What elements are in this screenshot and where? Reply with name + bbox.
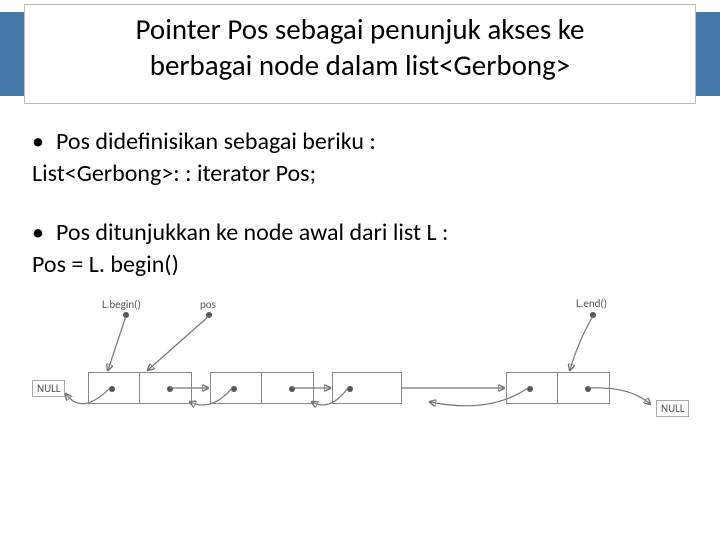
list-node-4 (506, 372, 610, 404)
code-line-1: List<Gerbong>: : iterator Pos; (32, 158, 688, 190)
title-area: Pointer Pos sebagai penunjuk akses ke be… (0, 0, 720, 108)
title-line-1: Pointer Pos sebagai penunjuk akses ke (25, 11, 695, 47)
list-node-3 (332, 372, 402, 404)
bullet-1: Pos didefinisikan sebagai beriku : (32, 126, 688, 158)
content-area: Pos didefinisikan sebagai beriku : List<… (0, 108, 720, 282)
label-lend: L.end() (576, 297, 607, 310)
null-left: NULL (32, 380, 65, 397)
list-node-2 (210, 372, 314, 404)
linked-list-diagram: L.begin() pos L.end() NULL NULL (30, 294, 690, 434)
bullet-2: Pos ditunjukkan ke node awal dari list L… (32, 217, 688, 249)
null-right: NULL (656, 400, 689, 417)
dot-lbegin (123, 312, 129, 318)
dot-lend (590, 312, 596, 318)
title-line-2: berbagai node dalam list<Gerbong> (25, 47, 695, 83)
title-box: Pointer Pos sebagai penunjuk akses ke be… (24, 4, 696, 104)
code-line-2: Pos = L. begin() (32, 249, 688, 281)
label-pos: pos (200, 298, 216, 311)
dot-pos (206, 312, 212, 318)
label-lbegin: L.begin() (102, 298, 141, 311)
list-node-1 (88, 372, 192, 404)
